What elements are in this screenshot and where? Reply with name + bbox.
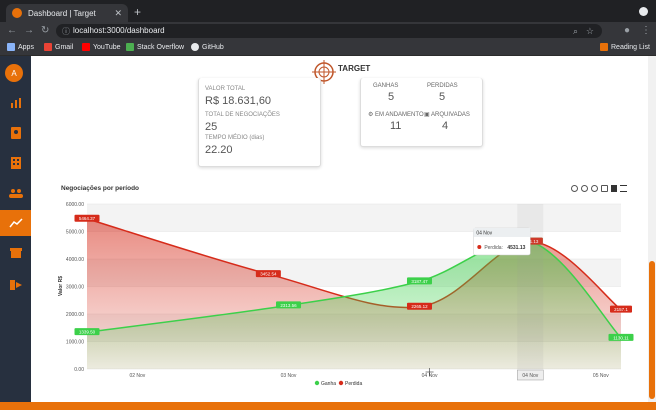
sidebar-item-negotiations[interactable] bbox=[0, 210, 31, 236]
bottom-accent-bar bbox=[0, 402, 656, 410]
close-tab-icon[interactable]: ✕ bbox=[114, 8, 122, 19]
chart-bar-icon bbox=[10, 98, 21, 108]
url-text: localhost:3000/dashboard bbox=[73, 26, 165, 35]
avatar[interactable]: A bbox=[5, 64, 23, 82]
gmail-icon bbox=[44, 43, 52, 51]
reading-list-icon bbox=[600, 43, 608, 51]
legend-marker-ganha bbox=[314, 380, 320, 386]
forward-icon[interactable]: → bbox=[24, 25, 34, 36]
y-tick-label: 6000.00 bbox=[66, 202, 84, 208]
sidebar-item-contacts[interactable] bbox=[0, 120, 31, 146]
tooltip-marker bbox=[477, 245, 482, 249]
data-label: 5464.37 bbox=[79, 216, 96, 221]
github-icon bbox=[191, 43, 199, 51]
address-bar-row: ← → ↻ ⓘ localhost:3000/dashboard ⌕ ☆ ● ⋮ bbox=[0, 22, 656, 40]
site-info-icon[interactable]: ⓘ bbox=[62, 26, 70, 37]
profile-menu-icon[interactable] bbox=[639, 7, 648, 16]
y-tick-label: 5000.00 bbox=[66, 230, 84, 236]
tooltip-series: Perdida: bbox=[484, 245, 503, 251]
sidebar-item-archive[interactable] bbox=[0, 240, 31, 266]
y-tick-label: 0.00 bbox=[74, 367, 84, 373]
bookmark-github[interactable]: GitHub bbox=[191, 43, 224, 51]
legend-label-perdida: Perdida bbox=[345, 381, 362, 387]
url-input[interactable]: ⓘ localhost:3000/dashboard ⌕ ☆ bbox=[56, 24, 602, 38]
y-tick-label: 2000.00 bbox=[66, 312, 84, 318]
favicon-icon bbox=[12, 8, 22, 18]
bookmark-apps[interactable]: Apps bbox=[7, 43, 34, 51]
reload-icon[interactable]: ↻ bbox=[41, 25, 49, 36]
sidebar-item-users[interactable] bbox=[0, 180, 31, 206]
contacts-icon bbox=[10, 127, 21, 139]
browser-tab-strip: Dashboard | Target ✕ + bbox=[0, 0, 656, 22]
data-label: 1339.50 bbox=[79, 330, 96, 335]
bookmark-stackoverflow[interactable]: Stack Overflow bbox=[126, 43, 184, 51]
account-icon[interactable]: ● bbox=[624, 25, 630, 36]
bookmark-star-icon[interactable]: ☆ bbox=[586, 26, 594, 37]
bookmark-youtube[interactable]: YouTube bbox=[82, 43, 121, 51]
stackoverflow-icon bbox=[126, 43, 134, 51]
x-tick-label: 02 Nov bbox=[129, 373, 145, 379]
x-tick-label: 04 Nov bbox=[522, 373, 538, 379]
users-icon bbox=[8, 189, 23, 198]
data-label: 2157.1 bbox=[614, 307, 628, 312]
menu-dots-icon[interactable]: ⋮ bbox=[641, 25, 651, 36]
apps-grid-icon bbox=[7, 43, 15, 51]
line-chart-icon bbox=[8, 218, 23, 228]
archive-icon bbox=[9, 248, 22, 258]
data-label: 3187.47 bbox=[411, 279, 428, 284]
y-tick-label: 3000.00 bbox=[66, 285, 84, 291]
back-icon[interactable]: ← bbox=[7, 25, 17, 36]
main-content: TARGET VALOR TOTAL R$ 18.631,60 TOTAL DE… bbox=[31, 56, 648, 402]
y-axis-label: Valor R$ bbox=[58, 276, 64, 296]
page-scrollbar[interactable] bbox=[648, 56, 656, 402]
bookmark-gmail[interactable]: Gmail bbox=[44, 43, 73, 51]
bookmarks-bar: Apps Gmail YouTube Stack Overflow GitHub… bbox=[0, 40, 656, 56]
building-icon bbox=[10, 157, 21, 169]
y-tick-label: 1000.00 bbox=[66, 340, 84, 346]
sidebar-item-logout[interactable] bbox=[0, 272, 31, 298]
new-tab-icon[interactable]: + bbox=[134, 5, 141, 19]
logout-icon bbox=[9, 280, 22, 290]
browser-tab[interactable]: Dashboard | Target ✕ bbox=[6, 4, 128, 22]
tooltip-title: 04 Nov bbox=[476, 231, 492, 237]
tab-title: Dashboard | Target bbox=[28, 8, 96, 18]
negotiations-chart: 0.00 1000.00 2000.00 3000.00 4000.00 5000.00 6… bbox=[58, 202, 634, 387]
search-icon[interactable]: ⌕ bbox=[573, 26, 578, 37]
data-label: 1130.11 bbox=[613, 335, 629, 340]
x-tick-label: 03 Nov bbox=[281, 373, 297, 379]
scrollbar-thumb[interactable] bbox=[649, 261, 655, 399]
y-tick-label: 4000.00 bbox=[66, 257, 84, 263]
data-label: 3452.54 bbox=[260, 272, 277, 277]
reading-list[interactable]: Reading List bbox=[600, 43, 650, 51]
sidebar: A bbox=[0, 56, 31, 410]
x-tick-label: 05 Nov bbox=[593, 373, 609, 379]
legend-label-ganha: Ganha bbox=[321, 381, 336, 387]
tooltip-value: 4531.13 bbox=[507, 245, 525, 251]
legend-marker-perdida bbox=[338, 380, 344, 386]
data-label: 2265.12 bbox=[411, 304, 428, 309]
youtube-icon bbox=[82, 43, 90, 51]
sidebar-item-charts[interactable] bbox=[0, 90, 31, 116]
data-label: 2313.56 bbox=[280, 303, 297, 308]
sidebar-item-companies[interactable] bbox=[0, 150, 31, 176]
